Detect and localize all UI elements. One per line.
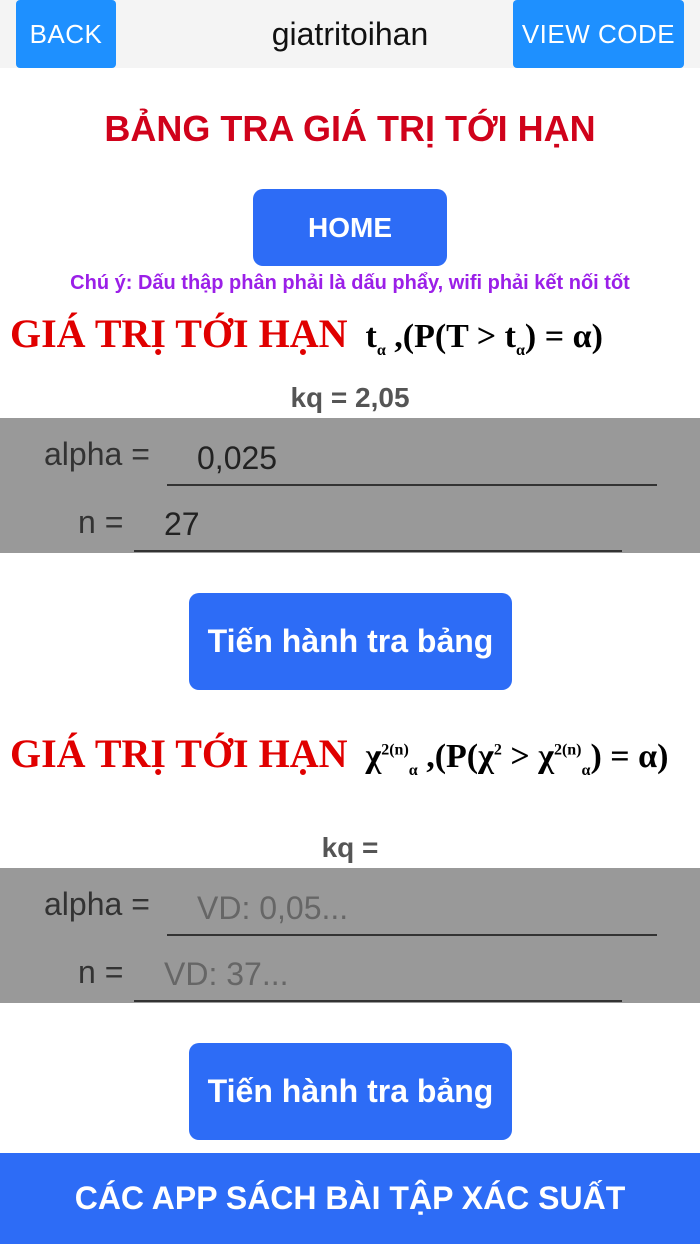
n-input-t[interactable] bbox=[134, 498, 622, 552]
page-title: BẢNG TRA GIÁ TRỊ TỚI HẠN bbox=[104, 108, 596, 149]
input-panel-t: alpha = n = bbox=[0, 418, 700, 553]
alpha-input-t[interactable] bbox=[167, 432, 657, 486]
result-t: kq = 2,05 bbox=[290, 382, 410, 413]
formula-chi-expression: χ2(n)α ,(P(χ2 > χ2(n)α) = α) bbox=[365, 738, 669, 779]
lookup-button-chi[interactable]: Tiến hành tra bảng bbox=[189, 1043, 512, 1140]
top-bar: BACK giatritoihan VIEW CODE bbox=[0, 0, 700, 68]
n-label: n = bbox=[78, 954, 124, 990]
lookup-button-t[interactable]: Tiến hành tra bảng bbox=[189, 593, 512, 690]
view-code-button[interactable]: VIEW CODE bbox=[513, 0, 684, 68]
input-panel-chi: alpha = n = bbox=[0, 868, 700, 1003]
alpha-label: alpha = bbox=[44, 436, 150, 472]
formula-chi-heading: GIÁ TRỊ TỚI HẠN χ2(n)α ,(P(χ2 > χ2(n)α) … bbox=[10, 730, 690, 780]
alpha-input-chi[interactable] bbox=[167, 882, 657, 936]
alpha-label: alpha = bbox=[44, 886, 150, 922]
formula-t-heading: GIÁ TRỊ TỚI HẠN tα ,(P(T > tα) = α) bbox=[10, 310, 690, 360]
formula-t-title: GIÁ TRỊ TỚI HẠN bbox=[10, 311, 348, 356]
formula-t-expression: tα ,(P(T > tα) = α) bbox=[365, 318, 603, 359]
home-button[interactable]: HOME bbox=[253, 189, 447, 266]
formula-chi-title: GIÁ TRỊ TỚI HẠN bbox=[10, 731, 348, 776]
n-label: n = bbox=[78, 504, 124, 540]
note-text: Chú ý: Dấu thập phân phải là dấu phẩy, w… bbox=[70, 272, 630, 294]
back-button[interactable]: BACK bbox=[16, 0, 116, 68]
n-input-chi[interactable] bbox=[134, 948, 622, 1002]
apps-banner-button[interactable]: CÁC APP SÁCH BÀI TẬP XÁC SUẤT bbox=[0, 1153, 700, 1244]
result-chi: kq = bbox=[321, 832, 379, 863]
